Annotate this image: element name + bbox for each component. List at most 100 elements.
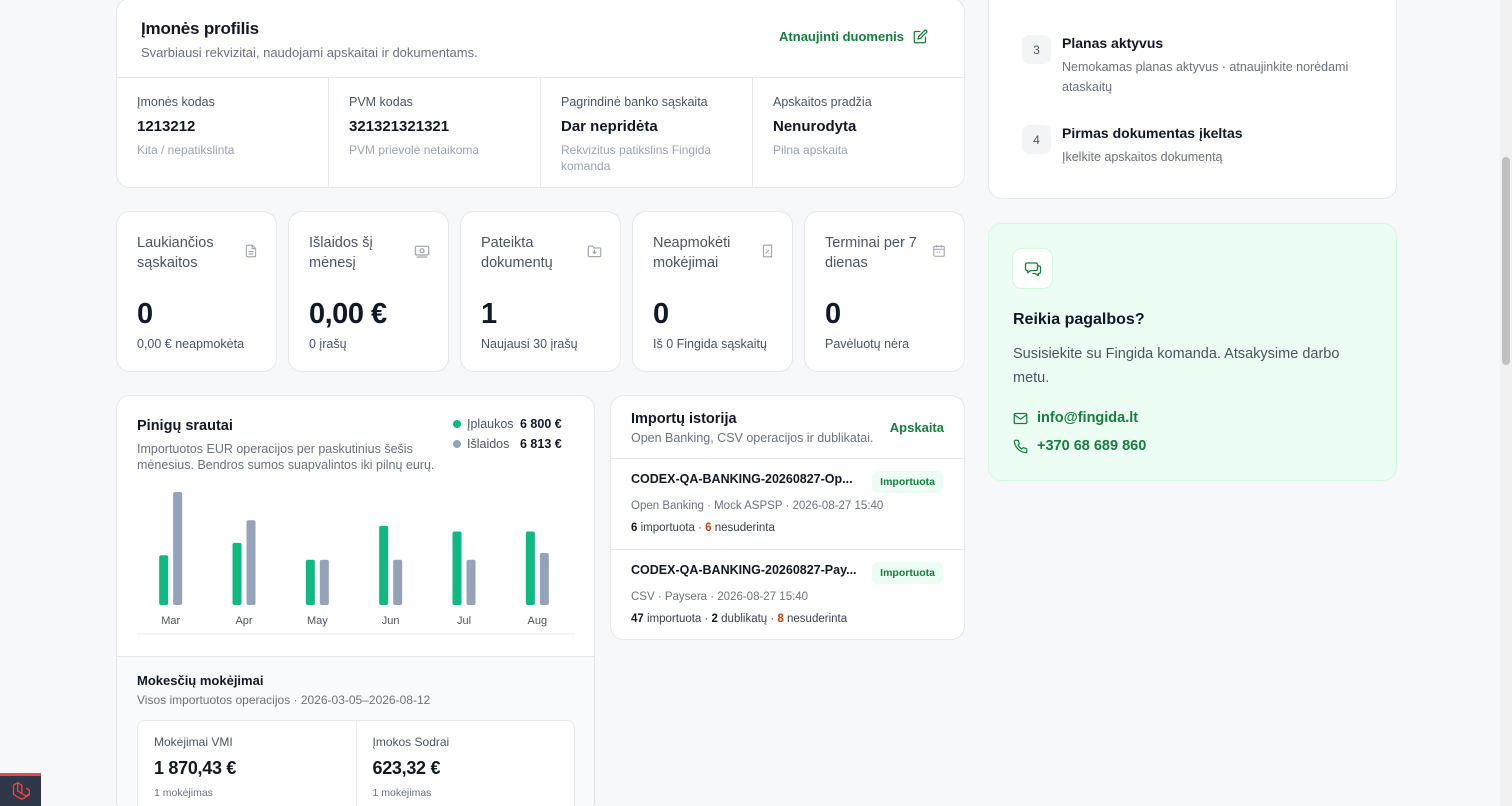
stat-card-pending-invoices[interactable]: Laukiančios sąskaitos 0 0,00 € neapmokėt… <box>116 211 277 372</box>
stat-label: Laukiančios sąskaitos <box>137 235 214 271</box>
company-profile-card: Įmonės profilis Svarbiausi rekvizitai, n… <box>116 0 965 188</box>
import-row[interactable]: CODEX-QA-BANKING-20260827-Pay... Importu… <box>611 549 964 640</box>
stat-sub: Iš 0 Fingida sąskaitų <box>653 337 767 351</box>
stat-label: Pateikta dokumentų <box>481 235 553 271</box>
bar-income-apr <box>232 542 242 605</box>
bar-income-may <box>305 559 315 605</box>
scrollbar-thumb[interactable] <box>1502 157 1510 365</box>
imported-label: importuota · <box>637 522 706 534</box>
x-tick-label: Jun <box>382 615 400 627</box>
status-badge: Importuota <box>872 562 943 584</box>
stat-card-expenses-month[interactable]: Išlaidos šį mėnesį 0,00 € 0 įrašų <box>288 211 449 372</box>
document-icon <box>245 244 257 258</box>
folder-download-icon <box>587 245 602 258</box>
receipt-icon <box>762 244 773 258</box>
bar-expense-mar <box>173 492 183 605</box>
import-meta: Open Banking · Mock ASPSP · 2026-08-27 1… <box>631 500 884 512</box>
bar-expense-jul <box>466 559 476 605</box>
step-number: 4 <box>1022 125 1051 154</box>
accounting-link[interactable]: Apskaita <box>890 420 944 435</box>
money-icon <box>414 245 430 258</box>
bar-expense-jun <box>393 559 403 605</box>
field-note: Pilna apskaita <box>773 143 848 157</box>
stat-value: 0 <box>653 298 669 330</box>
profile-title: Įmonės profilis <box>141 19 259 38</box>
legend-expense-label: Išlaidos <box>467 437 510 451</box>
import-meta: CSV · Paysera · 2026-08-27 15:40 <box>631 591 809 603</box>
bar-income-jun <box>379 525 389 605</box>
field-value: 321321321321 <box>349 118 450 135</box>
x-tick-label: Apr <box>235 615 252 627</box>
duplicates-label: dublikatų · <box>717 613 778 625</box>
phone-link[interactable]: +370 68 689 860 <box>1013 438 1146 454</box>
field-value: Dar nepridėta <box>561 118 658 135</box>
import-stats: 47 importuota · 2 dublikatų · 8 nesuderi… <box>631 613 847 625</box>
status-badge: Importuota <box>872 471 943 493</box>
field-label: Apskaitos pradžia <box>773 95 872 109</box>
imported-label: importuota · <box>643 613 712 625</box>
phone-text: +370 68 689 860 <box>1037 438 1147 454</box>
step-number: 3 <box>1022 35 1051 64</box>
tax-label: Įmokos Sodrai <box>372 735 450 749</box>
help-title: Reikia pagalbos? <box>1013 311 1145 328</box>
stat-sub: 0 įrašų <box>309 337 347 351</box>
tax-summary-box: Mokėjimai VMI 1 870,43 € 1 mokėjimas Įmo… <box>137 720 575 806</box>
field-note: PVM prievolė netaikoma <box>349 143 480 157</box>
bar-income-aug <box>525 531 535 605</box>
legend-income: Įplaukos 6 800 € <box>453 417 562 431</box>
field-label: Įmonės kodas <box>137 95 215 109</box>
tax-value: 623,32 € <box>372 758 441 778</box>
import-filename: CODEX-QA-BANKING-20260827-Op... <box>631 472 853 486</box>
step-description: Nemokamas planas aktyvus · atnaujinkite … <box>1062 60 1349 94</box>
field-value: Nenurodyta <box>773 118 857 135</box>
x-tick-label: Aug <box>528 615 548 627</box>
x-tick-label: Mar <box>161 615 180 627</box>
email-link[interactable]: info@fingida.lt <box>1013 410 1138 426</box>
framework-logo-icon <box>12 782 30 800</box>
tax-sodra: Įmokos Sodrai 623,32 € 1 mokėjimas <box>357 721 575 806</box>
field-note: Rekvizitus patikslins Fingida komanda <box>561 143 712 173</box>
field-note: Kita / nepatikslinta <box>137 143 235 157</box>
legend-expense: Išlaidos 6 813 € <box>453 437 562 451</box>
tax-note: 1 mokėjimas <box>372 787 432 799</box>
bar-income-jul <box>452 531 462 605</box>
tax-payments-section: Mokesčių mokėjimai Visos importuotos ope… <box>117 656 594 806</box>
cashflow-subtitle: Importuotos EUR operacijos per paskutini… <box>137 442 435 472</box>
update-data-label: Atnaujinti duomenis <box>779 29 904 44</box>
legend-income-swatch <box>453 420 461 428</box>
stat-card-unpaid-payments[interactable]: Neapmokėti mokėjimai 0 Iš 0 Fingida sąsk… <box>632 211 793 372</box>
update-data-button[interactable]: Atnaujinti duomenis <box>779 29 928 44</box>
import-filename: CODEX-QA-BANKING-20260827-Pay... <box>631 563 857 577</box>
unmatched-label: nesuderinta <box>783 613 848 625</box>
tax-note: 1 mokėjimas <box>154 787 213 799</box>
import-history-card: Importų istorija Open Banking, CSV opera… <box>610 395 965 640</box>
stat-card-deadlines[interactable]: Terminai per 7 dienas 0 Pavėluotų nėra <box>804 211 965 372</box>
unmatched-label: nesuderinta <box>711 522 775 534</box>
profile-field-bank-account: Pagrindinė banko sąskaita Dar nepridėta … <box>541 78 753 187</box>
stat-value: 0 <box>825 298 841 330</box>
stat-label: Išlaidos šį mėnesį <box>309 235 373 271</box>
x-tick-label: Jul <box>457 615 471 627</box>
chat-icon <box>1012 248 1053 289</box>
stat-sub: Pavėluotų nėra <box>825 337 910 351</box>
import-row[interactable]: CODEX-QA-BANKING-20260827-Op... Importuo… <box>611 458 964 549</box>
debug-toolbar-toggle[interactable] <box>0 773 41 806</box>
mail-icon <box>1013 412 1028 424</box>
tax-value: 1 870,43 € <box>154 758 237 778</box>
email-text: info@fingida.lt <box>1037 410 1139 426</box>
legend-income-total: 6 800 € <box>520 417 562 431</box>
field-label: Pagrindinė banko sąskaita <box>561 95 708 109</box>
stat-card-submitted-documents[interactable]: Pateikta dokumentų 1 Naujausi 30 įrašų <box>460 211 621 372</box>
page-scrollbar[interactable] <box>1500 0 1512 806</box>
stat-sub: Naujausi 30 įrašų <box>481 337 578 351</box>
tax-title: Mokesčių mokėjimai <box>137 673 264 688</box>
edit-icon <box>913 29 928 44</box>
tax-label: Mokėjimai VMI <box>154 735 233 749</box>
help-card: Reikia pagalbos? Susisiekite su Fingida … <box>988 223 1397 481</box>
bar-expense-aug <box>539 553 549 605</box>
stat-value: 1 <box>481 298 497 330</box>
help-description: Susisiekite su Fingida komanda. Atsakysi… <box>1013 346 1340 386</box>
imports-subtitle: Open Banking, CSV operacijos ir dublikat… <box>631 431 874 445</box>
x-tick-label: May <box>307 615 328 627</box>
legend-expense-total: 6 813 € <box>520 437 562 451</box>
